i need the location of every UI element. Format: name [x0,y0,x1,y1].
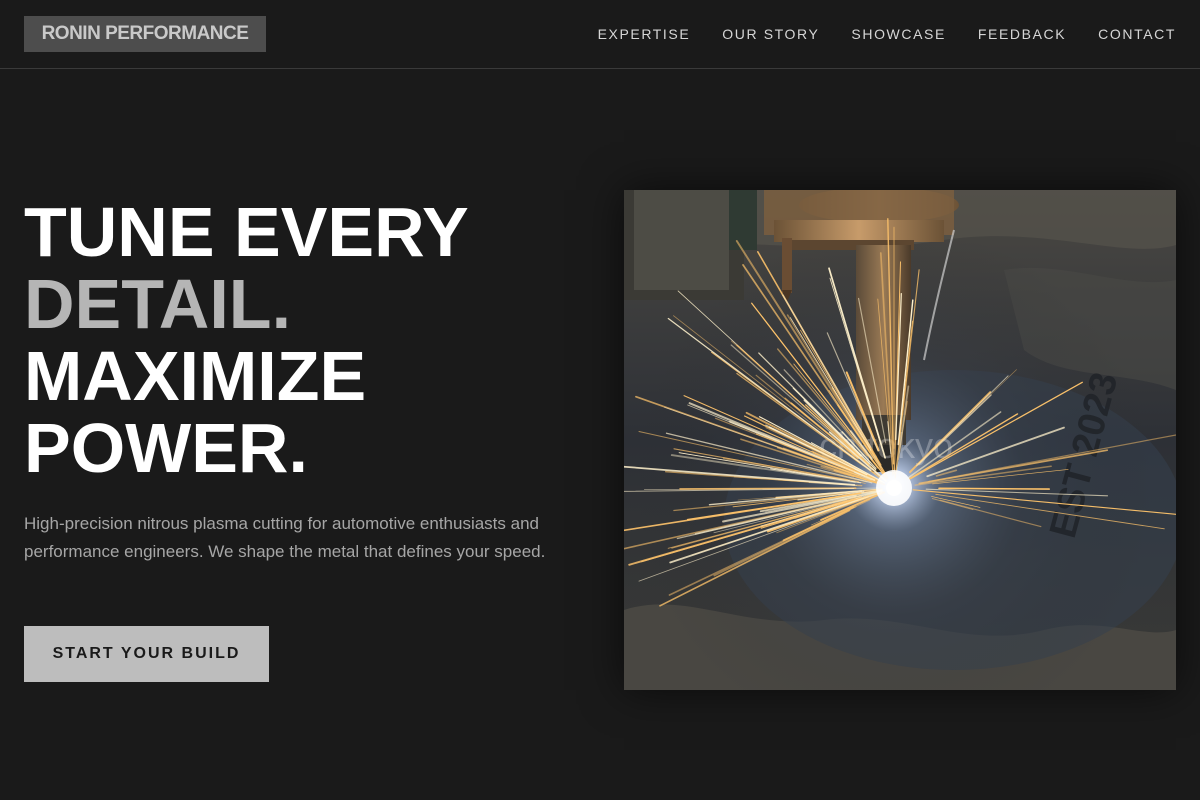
nav-link-feedback[interactable]: FEEDBACK [978,26,1066,42]
plasma-cutting-illustration: EST 2023 ch.tokyo [624,190,1176,690]
hero-title: TUNE EVERY DETAIL. MAXIMIZE POWER. [24,196,469,484]
plasma-cutting-photo: EST 2023 ch.tokyo [624,190,1176,690]
hero-title-line-3: MAXIMIZE [24,337,367,415]
nav-link-contact[interactable]: CONTACT [1098,26,1176,42]
hero-description: High-precision nitrous plasma cutting fo… [24,514,546,561]
nav-links: EXPERTISE OUR STORY SHOWCASE FEEDBACK CO… [598,0,1176,68]
spark-streak [938,487,1050,490]
nav-link-expertise[interactable]: EXPERTISE [598,26,691,42]
top-navigation: RONIN PERFORMANCE EXPERTISE OUR STORY SH… [0,0,1200,69]
hero-title-line-4: POWER. [24,409,308,487]
hero-title-line-1: TUNE EVERY [24,193,469,271]
hero-title-line-2: DETAIL. [24,265,292,343]
nav-link-showcase[interactable]: SHOWCASE [851,26,945,42]
start-build-button[interactable]: START YOUR BUILD [24,626,269,682]
brand-logo[interactable]: RONIN PERFORMANCE [24,16,266,52]
nav-link-our-story[interactable]: OUR STORY [722,26,819,42]
